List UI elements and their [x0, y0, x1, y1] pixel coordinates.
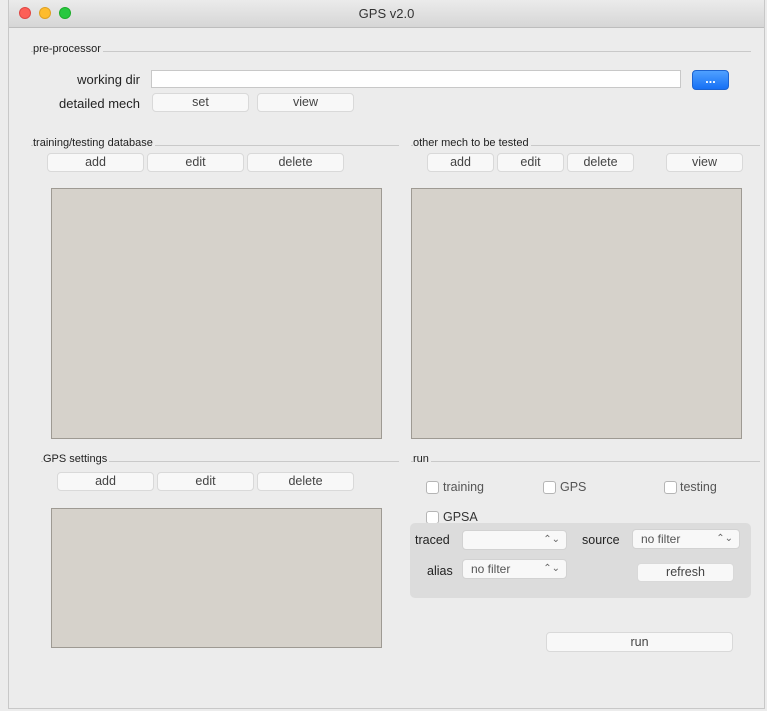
- training-delete-button[interactable]: delete: [247, 153, 344, 172]
- alias-select[interactable]: no filter ⌃⌄: [462, 559, 567, 579]
- other-mech-list[interactable]: [411, 188, 742, 439]
- detailed-mech-label: detailed mech: [59, 96, 140, 111]
- training-group-label: training/testing database: [33, 137, 155, 149]
- training-add-button[interactable]: add: [47, 153, 144, 172]
- alias-select-value: no filter: [471, 562, 511, 576]
- other-mech-group-label: other mech to be tested: [413, 137, 531, 149]
- window-title: GPS v2.0: [358, 6, 415, 21]
- traced-label: traced: [415, 533, 450, 547]
- training-edit-button[interactable]: edit: [147, 153, 244, 172]
- source-select-value: no filter: [641, 532, 681, 546]
- filter-panel: traced ⌃⌄ source no filter ⌃⌄ alias no f…: [410, 523, 751, 598]
- working-dir-input[interactable]: [151, 70, 681, 88]
- preprocessor-divider: [31, 51, 751, 52]
- source-select[interactable]: no filter ⌃⌄: [632, 529, 740, 549]
- gps-checkbox[interactable]: [543, 481, 556, 494]
- run-divider: [411, 461, 760, 462]
- working-dir-label: working dir: [77, 72, 140, 87]
- select-arrows-icon: ⌃⌄: [543, 563, 560, 574]
- browse-working-dir-button[interactable]: ...: [692, 70, 729, 90]
- detailed-mech-view-button[interactable]: view: [257, 93, 354, 112]
- training-database-list[interactable]: [51, 188, 382, 439]
- testing-checkbox[interactable]: [664, 481, 677, 494]
- training-checkbox-label: training: [443, 480, 484, 494]
- testing-checkbox-label: testing: [680, 480, 717, 494]
- gpsa-checkbox-label: GPSA: [443, 510, 478, 524]
- other-mech-view-button[interactable]: view: [666, 153, 743, 172]
- refresh-button[interactable]: refresh: [637, 563, 734, 582]
- app-window: GPS v2.0 pre-processor working dir ... d…: [8, 0, 765, 709]
- gps-settings-add-button[interactable]: add: [57, 472, 154, 491]
- source-label: source: [582, 533, 620, 547]
- gps-settings-edit-button[interactable]: edit: [157, 472, 254, 491]
- gps-settings-list[interactable]: [51, 508, 382, 648]
- run-group-label: run: [413, 453, 431, 465]
- gps-settings-group-label: GPS settings: [43, 453, 110, 465]
- other-mech-add-button[interactable]: add: [427, 153, 494, 172]
- select-arrows-icon: ⌃⌄: [716, 533, 733, 544]
- select-arrows-icon: ⌃⌄: [543, 534, 560, 545]
- preprocessor-group-label: pre-processor: [33, 43, 103, 55]
- title-bar: GPS v2.0: [9, 0, 764, 28]
- gps-settings-delete-button[interactable]: delete: [257, 472, 354, 491]
- run-button[interactable]: run: [546, 632, 733, 652]
- detailed-mech-set-button[interactable]: set: [152, 93, 249, 112]
- training-checkbox[interactable]: [426, 481, 439, 494]
- gps-checkbox-label: GPS: [560, 480, 587, 494]
- alias-label: alias: [427, 564, 453, 578]
- traced-select[interactable]: ⌃⌄: [462, 530, 567, 550]
- other-mech-edit-button[interactable]: edit: [497, 153, 564, 172]
- other-mech-delete-button[interactable]: delete: [567, 153, 634, 172]
